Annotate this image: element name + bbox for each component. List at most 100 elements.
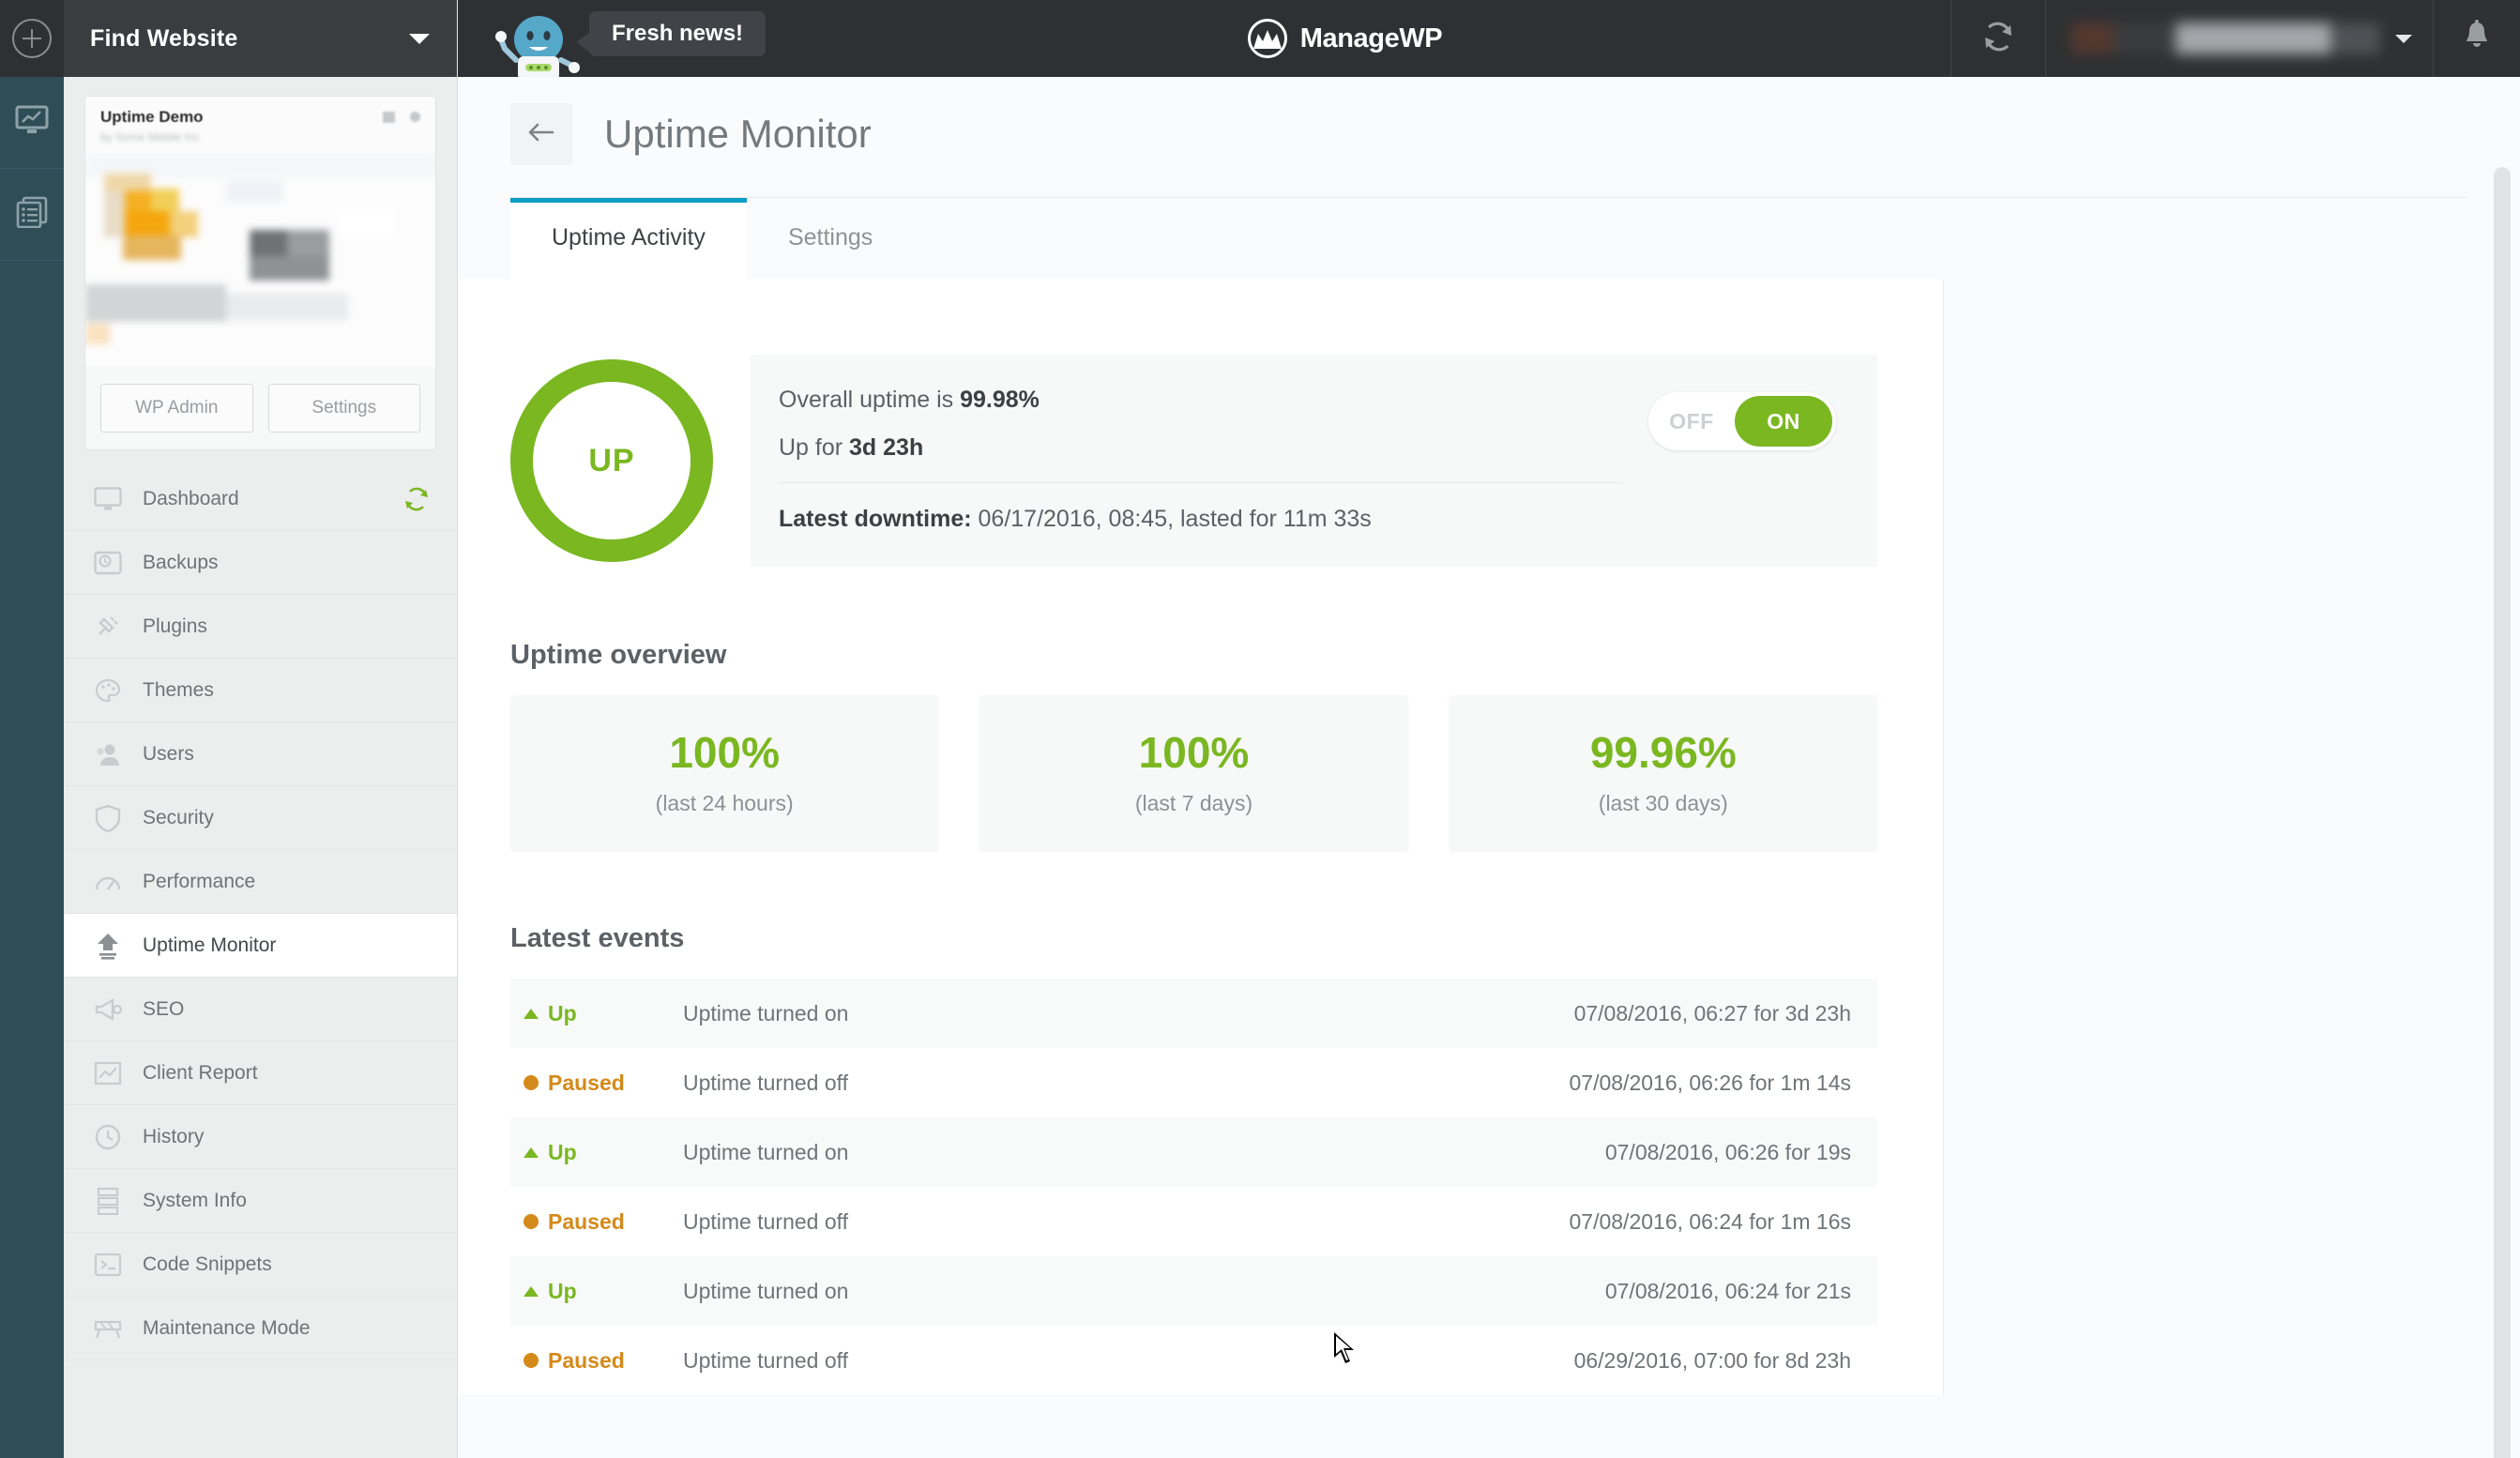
rail-item-reports[interactable] [0, 169, 64, 261]
sidebar-item-performance[interactable]: Performance [64, 850, 457, 914]
table-row[interactable]: Up Uptime turned on 07/08/2016, 06:24 fo… [510, 1256, 1877, 1326]
sync-icon[interactable] [402, 485, 431, 513]
sidebar-item-label: Client Report [143, 1062, 258, 1085]
sidebar-item-users[interactable]: Users [64, 722, 457, 786]
find-website-dropdown[interactable]: Find Website [64, 0, 457, 77]
table-row[interactable]: Paused Uptime turned off 06/29/2016, 07:… [510, 1326, 1877, 1395]
sidebar-item-label: Plugins [143, 615, 207, 638]
notifications-button[interactable] [2433, 0, 2520, 77]
toggle-on-knob[interactable]: ON [1735, 396, 1832, 447]
site-preview-thumbnail [85, 153, 435, 367]
fresh-news-bubble[interactable]: Fresh news! [589, 11, 766, 56]
sidebar-item-client-report[interactable]: Client Report [64, 1041, 457, 1105]
site-settings-button[interactable]: Settings [268, 384, 421, 433]
clock-icon [86, 1124, 129, 1150]
event-time: 07/08/2016, 06:24 for 1m 16s [1570, 1209, 1852, 1235]
back-button[interactable] [510, 103, 572, 165]
event-time: 07/08/2016, 06:26 for 19s [1605, 1140, 1851, 1165]
event-status-label: Up [548, 1279, 577, 1304]
overview-value: 99.96% [1450, 727, 1877, 778]
site-card-header: Uptime Demo by Some Mobile Inc [85, 97, 435, 153]
latest-downtime-label: Latest downtime: [779, 506, 972, 532]
palette-icon [86, 677, 129, 704]
sidebar-item-label: Themes [143, 679, 214, 702]
overview-period: (last 7 days) [979, 791, 1407, 816]
triangle-up-icon [524, 1147, 539, 1158]
table-row[interactable]: Up Uptime turned on 07/08/2016, 06:27 fo… [510, 979, 1877, 1048]
icon-rail [0, 0, 64, 1458]
tab-bar: Uptime Activity Settings [458, 198, 2520, 280]
robot-mascot-icon [495, 8, 582, 81]
sidebar-item-label: Maintenance Mode [143, 1317, 311, 1340]
sidebar-item-label: Security [143, 807, 214, 829]
sidebar-item-security[interactable]: Security [64, 786, 457, 850]
uptime-activity-panel: UP Overall uptime is 99.98% Up for 3d 23… [458, 280, 1944, 1395]
latest-downtime-line: Latest downtime: 06/17/2016, 08:45, last… [779, 506, 1622, 533]
sidebar-item-dashboard[interactable]: Dashboard [64, 467, 457, 531]
overview-period: (last 24 hours) [510, 791, 938, 816]
user-name-avatar [2071, 23, 2380, 54]
event-description: Uptime turned off [683, 1348, 1574, 1374]
event-status: Up [524, 1001, 683, 1026]
sidebar-item-label: Performance [143, 871, 255, 893]
uptime-overview-title: Uptime overview [510, 640, 1943, 671]
table-row[interactable]: Paused Uptime turned off 07/08/2016, 06:… [510, 1187, 1877, 1256]
sidebar-item-themes[interactable]: Themes [64, 659, 457, 722]
sidebar-item-backups[interactable]: Backups [64, 531, 457, 595]
uptime-toggle[interactable]: OFF ON [1648, 392, 1836, 450]
chevron-down-icon[interactable] [409, 34, 430, 44]
event-status-label: Paused [548, 1209, 625, 1235]
sidebar-item-seo[interactable]: SEO [64, 978, 457, 1041]
sidebar-item-plugins[interactable]: Plugins [64, 595, 457, 659]
plus-circle-icon[interactable] [12, 19, 52, 58]
gauge-icon [86, 870, 129, 894]
search-icon[interactable] [410, 112, 420, 122]
event-status-label: Paused [548, 1071, 625, 1096]
rail-item-overview[interactable] [0, 77, 64, 169]
site-title: Uptime Demo [100, 108, 383, 127]
up-for-value: 3d 23h [849, 434, 923, 461]
uptime-overview-row: 100% (last 24 hours) 100% (last 7 days) … [510, 695, 1877, 850]
event-description: Uptime turned on [683, 1279, 1605, 1304]
sidebar-item-uptime-monitor[interactable]: Uptime Monitor [64, 914, 457, 978]
sidebar-item-label: Backups [143, 552, 219, 574]
overall-uptime-line: Overall uptime is 99.98% [779, 387, 1622, 414]
event-status: Paused [524, 1209, 683, 1235]
add-website-cell[interactable] [0, 0, 64, 77]
event-time: 06/29/2016, 07:00 for 8d 23h [1574, 1348, 1851, 1374]
sidebar-item-system-info[interactable]: System Info [64, 1169, 457, 1233]
barrier-icon [86, 1316, 129, 1341]
overview-box: 100% (last 24 hours) [510, 695, 938, 850]
overview-value: 100% [979, 727, 1407, 778]
sidebar-item-maintenance-mode[interactable]: Maintenance Mode [64, 1297, 457, 1360]
event-description: Uptime turned off [683, 1071, 1570, 1096]
main-content: Uptime Monitor Uptime Activity Settings … [458, 77, 2520, 1458]
monitor-icon [86, 487, 129, 511]
tab-settings[interactable]: Settings [747, 198, 914, 280]
list-view-icon[interactable] [383, 112, 395, 123]
uptime-status-label: UP [588, 443, 634, 479]
triangle-up-icon [524, 1009, 539, 1019]
table-row[interactable]: Paused Uptime turned off 07/08/2016, 06:… [510, 1048, 1877, 1117]
sidebar-item-history[interactable]: History [64, 1105, 457, 1169]
up-for-prefix: Up for [779, 434, 849, 461]
toggle-off-label: OFF [1648, 409, 1735, 434]
sidebar-item-label: Users [143, 743, 194, 766]
refresh-button[interactable] [1951, 0, 2045, 77]
brand: ManageWP [739, 19, 1951, 58]
up-for-line: Up for 3d 23h [779, 434, 1622, 462]
table-row[interactable]: Up Uptime turned on 07/08/2016, 06:26 fo… [510, 1117, 1877, 1187]
tab-uptime-activity[interactable]: Uptime Activity [510, 198, 747, 280]
sidebar-nav: Dashboard Backups [64, 467, 457, 1360]
user-menu[interactable] [2045, 0, 2433, 77]
event-time: 07/08/2016, 06:26 for 1m 14s [1570, 1071, 1852, 1096]
app-root: Find Website Uptime Demo by Some Mobile … [0, 0, 2520, 1458]
event-status: Up [524, 1279, 683, 1304]
sidebar: Find Website Uptime Demo by Some Mobile … [64, 0, 458, 1458]
terminal-icon [86, 1253, 129, 1277]
vertical-scrollbar[interactable] [2494, 167, 2511, 1458]
sidebar-item-label: History [143, 1126, 204, 1148]
sidebar-item-code-snippets[interactable]: Code Snippets [64, 1233, 457, 1297]
chevron-down-icon[interactable] [2395, 35, 2412, 43]
wp-admin-button[interactable]: WP Admin [100, 384, 253, 433]
